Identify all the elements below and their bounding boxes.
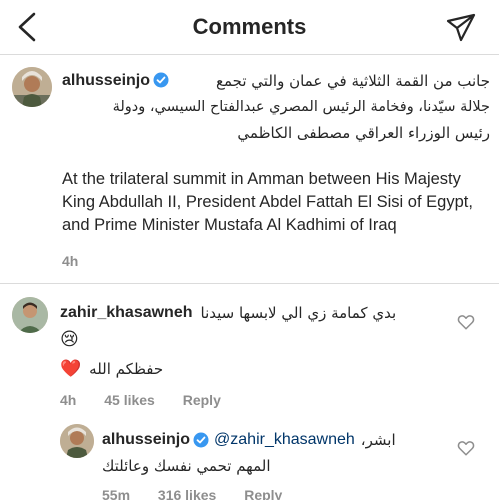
caption-username-wrap: alhusseinjo	[62, 72, 169, 90]
avatar[interactable]	[12, 67, 52, 107]
comment-meta: 55m 316 likes Reply	[102, 487, 447, 500]
profile-photo-icon	[12, 67, 52, 107]
comment-text-line-2: المهم تحمي نفسك وعائلتك	[102, 457, 271, 475]
comment-1: zahir_khasawneh بدي كمامة زي الي لابسها …	[60, 300, 490, 408]
comment-2: alhusseinjo @zahir_khasawneh ابشر، المهم…	[102, 427, 447, 500]
caption-meta: 4h	[62, 253, 490, 269]
caption-arabic-line-3: رئيس الوزراء العراقي مصطفى الكاظمي	[237, 124, 490, 142]
comment-emoji-2: ❤️	[60, 359, 82, 378]
header-bar: Comments	[0, 0, 499, 55]
comment-time: 4h	[60, 392, 77, 408]
caption-divider	[0, 283, 499, 284]
comment-username[interactable]: zahir_khasawneh	[60, 304, 193, 322]
paper-plane-icon	[446, 13, 476, 42]
comment-time: 55m	[102, 487, 131, 500]
comment-emoji-1: 😢	[60, 329, 79, 349]
caption-arabic-line-1: جانب من القمة الثلاثية في عمان والتي تجم…	[216, 72, 490, 90]
reply-button[interactable]: Reply	[183, 392, 221, 408]
comment-meta: 4h 45 likes Reply	[60, 392, 490, 408]
caption-time: 4h	[62, 253, 79, 269]
heart-outline-icon	[457, 315, 475, 330]
caption-arabic-line-2: جلالة سيّدنا، وفخامة الرئيس المصري عبدال…	[112, 99, 490, 115]
comment-likes[interactable]: 45 likes	[104, 392, 155, 408]
profile-photo-icon	[12, 297, 48, 333]
like-button[interactable]	[457, 439, 475, 457]
profile-photo-icon	[60, 424, 94, 458]
page-title: Comments	[192, 14, 307, 39]
avatar[interactable]	[60, 424, 94, 458]
comment-text-line-2: حفظكم الله	[89, 360, 164, 378]
reply-button[interactable]: Reply	[244, 487, 282, 500]
caption-english-text: At the trilateral summit in Amman betwee…	[62, 170, 473, 234]
avatar[interactable]	[12, 297, 48, 333]
heart-outline-icon	[457, 441, 475, 456]
comment-username[interactable]: alhusseinjo	[102, 431, 190, 449]
comment-mention-link[interactable]: @zahir_khasawneh	[214, 431, 355, 449]
share-button[interactable]	[446, 12, 476, 42]
caption-username[interactable]: alhusseinjo	[62, 72, 150, 89]
like-button[interactable]	[457, 313, 475, 331]
comment-text-line-1: بدي كمامة زي الي لابسها سيدنا	[200, 304, 397, 322]
comment-text-line-1: ابشر،	[360, 431, 396, 449]
verified-badge-icon	[193, 432, 209, 448]
verified-badge-icon	[153, 72, 169, 88]
caption-block: alhusseinjo جانب من القمة الثلاثية في عم…	[62, 68, 490, 269]
comment-likes[interactable]: 316 likes	[158, 487, 216, 500]
